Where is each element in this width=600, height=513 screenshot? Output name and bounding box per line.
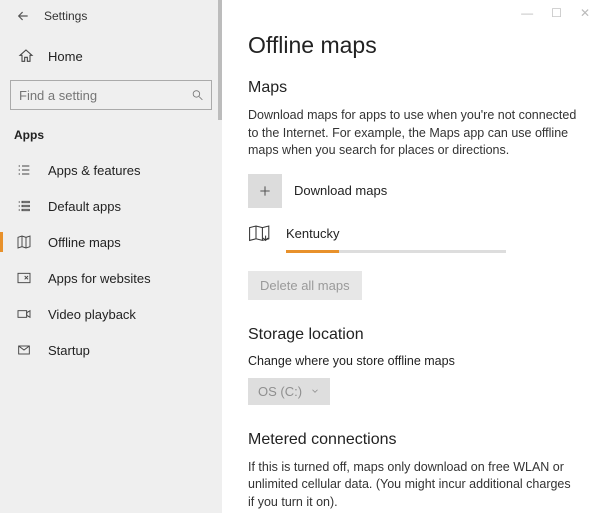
chevron-down-icon	[310, 386, 320, 396]
minimize-button[interactable]: —	[521, 6, 533, 20]
maps-description: Download maps for apps to use when you'r…	[248, 107, 578, 160]
sidebar-item-label: Apps for websites	[48, 271, 151, 286]
sidebar-item-apps-features[interactable]: Apps & features	[0, 152, 222, 188]
search-input[interactable]	[10, 80, 212, 110]
back-button[interactable]	[14, 7, 32, 25]
map-item-row[interactable]: Kentucky	[248, 224, 578, 244]
sidebar-item-apps-websites[interactable]: Apps for websites	[0, 260, 222, 296]
storage-description: Change where you store offline maps	[248, 354, 578, 368]
download-maps-label: Download maps	[294, 183, 387, 198]
sidebar-item-video-playback[interactable]: Video playback	[0, 296, 222, 332]
sidebar-item-label: Startup	[48, 343, 90, 358]
sidebar-item-label: Offline maps	[48, 235, 121, 250]
window-title: Settings	[44, 9, 87, 23]
search-box[interactable]	[10, 80, 212, 110]
window-controls: — ☐ ✕	[521, 6, 590, 20]
sidebar-item-startup[interactable]: Startup	[0, 332, 222, 368]
download-maps-button[interactable]	[248, 174, 282, 208]
storage-drive-dropdown[interactable]: OS (C:)	[248, 378, 330, 405]
delete-all-maps-button[interactable]: Delete all maps	[248, 271, 362, 300]
sidebar-item-offline-maps[interactable]: Offline maps	[0, 224, 222, 260]
map-download-icon	[248, 224, 282, 244]
download-maps-row[interactable]: Download maps	[248, 174, 578, 208]
home-icon	[16, 48, 36, 64]
map-icon	[14, 234, 34, 250]
metered-section-header: Metered connections	[248, 431, 578, 449]
sidebar-item-label: Default apps	[48, 199, 121, 214]
page-title: Offline maps	[248, 32, 578, 59]
sidebar: Settings Home Apps Apps & features Defau…	[0, 0, 222, 513]
video-icon	[14, 306, 34, 322]
titlebar: Settings	[0, 0, 222, 32]
download-progress-fill	[286, 250, 339, 253]
map-item-name: Kentucky	[286, 226, 339, 241]
search-icon	[191, 89, 204, 102]
metered-description: If this is turned off, maps only downloa…	[248, 459, 578, 512]
list-icon	[14, 162, 34, 178]
maximize-button[interactable]: ☐	[551, 6, 562, 20]
nav-home[interactable]: Home	[0, 40, 222, 72]
plus-icon	[257, 183, 273, 199]
startup-icon	[14, 342, 34, 358]
close-button[interactable]: ✕	[580, 6, 590, 20]
sidebar-item-label: Video playback	[48, 307, 136, 322]
main-content: — ☐ ✕ Offline maps Maps Download maps fo…	[222, 0, 600, 513]
sidebar-section-header: Apps	[0, 124, 222, 152]
sidebar-item-label: Apps & features	[48, 163, 141, 178]
defaults-icon	[14, 198, 34, 214]
sidebar-item-default-apps[interactable]: Default apps	[0, 188, 222, 224]
websites-icon	[14, 270, 34, 286]
nav-home-label: Home	[48, 49, 83, 64]
storage-drive-value: OS (C:)	[258, 384, 302, 399]
back-arrow-icon	[16, 9, 30, 23]
storage-section-header: Storage location	[248, 326, 578, 344]
download-progress	[286, 250, 506, 253]
maps-section-header: Maps	[248, 79, 578, 97]
